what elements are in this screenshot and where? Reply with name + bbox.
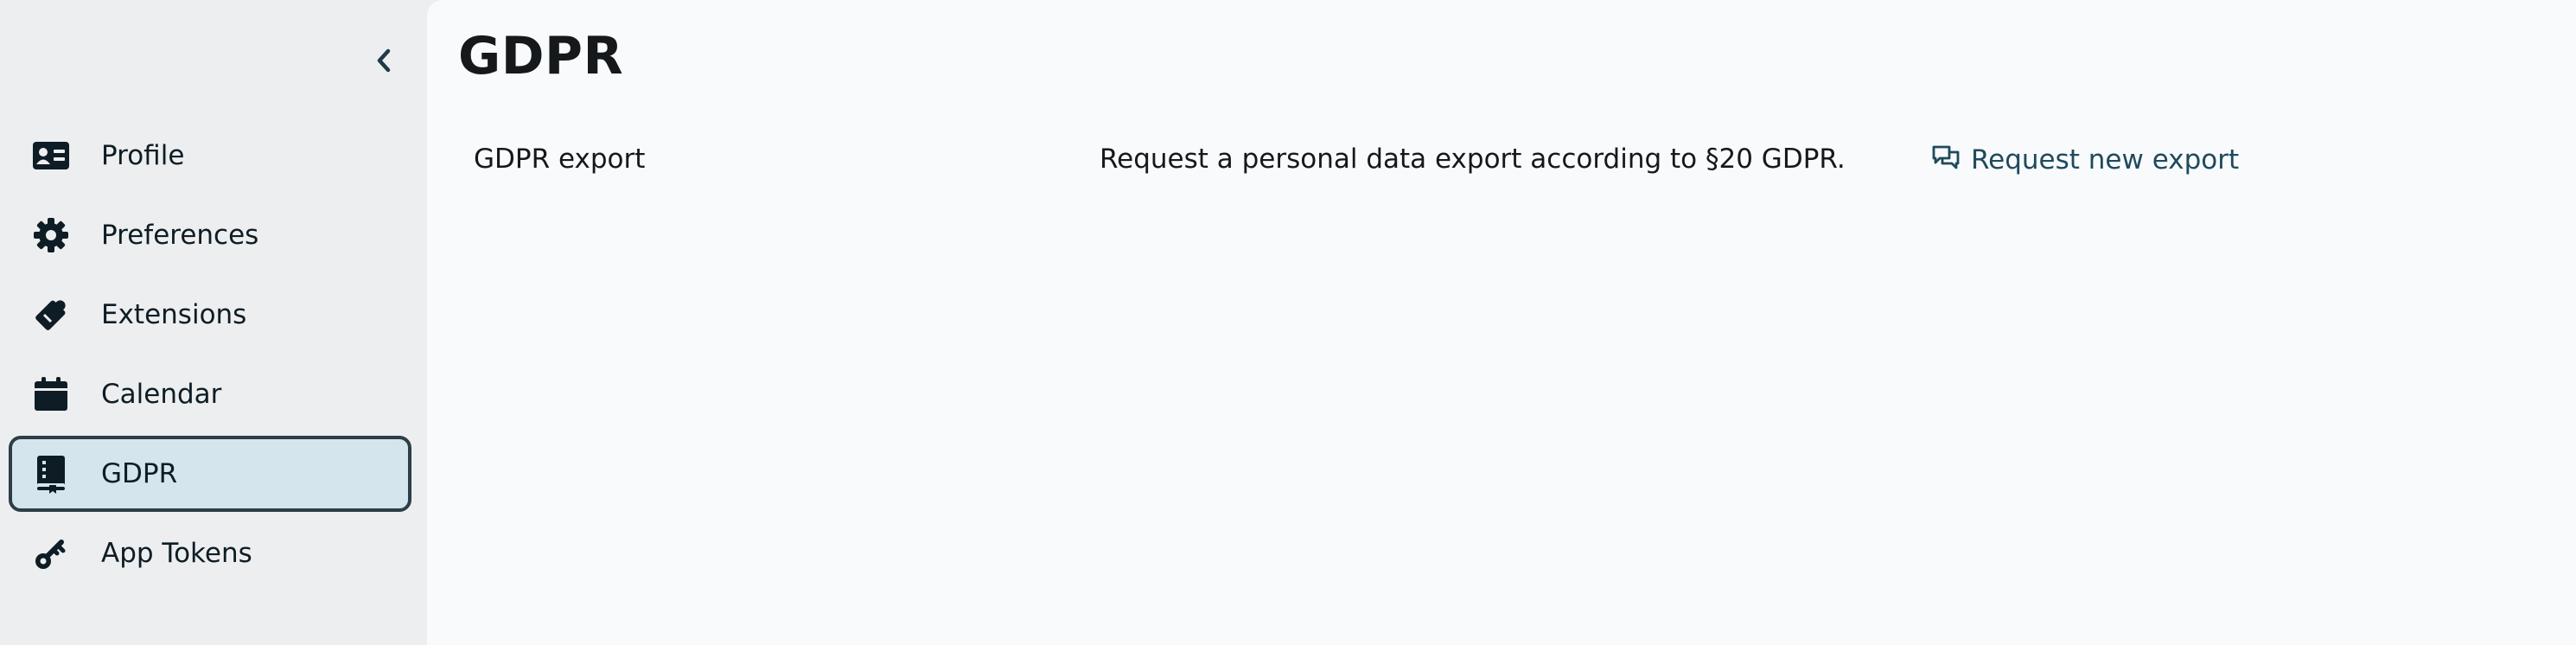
- chevron-left-icon: [377, 48, 391, 73]
- request-new-export-label: Request new export: [1971, 144, 2240, 176]
- sidebar: Profile Preferences Extensions Calendar …: [0, 0, 427, 645]
- gear-icon: [31, 215, 71, 255]
- main-content: GDPR GDPR export Request a personal data…: [427, 0, 2576, 645]
- sidebar-item-calendar[interactable]: Calendar: [9, 356, 411, 432]
- sidebar-item-label: Preferences: [101, 220, 259, 251]
- settings-app: Profile Preferences Extensions Calendar …: [0, 0, 2576, 645]
- key-icon: [31, 533, 71, 573]
- sidebar-item-label: GDPR: [101, 458, 178, 489]
- book-icon: [31, 454, 71, 494]
- collapse-sidebar-button[interactable]: [367, 42, 401, 80]
- chat-bubbles-icon: [1931, 144, 1961, 176]
- id-card-icon: [31, 136, 71, 176]
- row-description: Request a personal data export according…: [1100, 144, 1846, 175]
- page-title: GDPR: [458, 26, 624, 86]
- calendar-icon: [31, 374, 71, 414]
- sidebar-item-label: Extensions: [101, 299, 247, 330]
- request-new-export-button[interactable]: Request new export: [1931, 138, 2239, 182]
- settings-nav: Profile Preferences Extensions Calendar …: [9, 118, 411, 595]
- settings-row-gdpr-export: GDPR export Request a personal data expo…: [427, 138, 2576, 183]
- sidebar-item-preferences[interactable]: Preferences: [9, 197, 411, 273]
- sidebar-item-app-tokens[interactable]: App Tokens: [9, 515, 411, 591]
- puzzle-icon: [31, 295, 71, 335]
- sidebar-item-label: Calendar: [101, 379, 222, 410]
- sidebar-item-profile[interactable]: Profile: [9, 118, 411, 194]
- sidebar-item-label: Profile: [101, 140, 185, 171]
- sidebar-item-label: App Tokens: [101, 538, 252, 569]
- row-name: GDPR export: [474, 144, 646, 175]
- sidebar-item-extensions[interactable]: Extensions: [9, 277, 411, 353]
- sidebar-item-gdpr[interactable]: GDPR: [9, 436, 411, 512]
